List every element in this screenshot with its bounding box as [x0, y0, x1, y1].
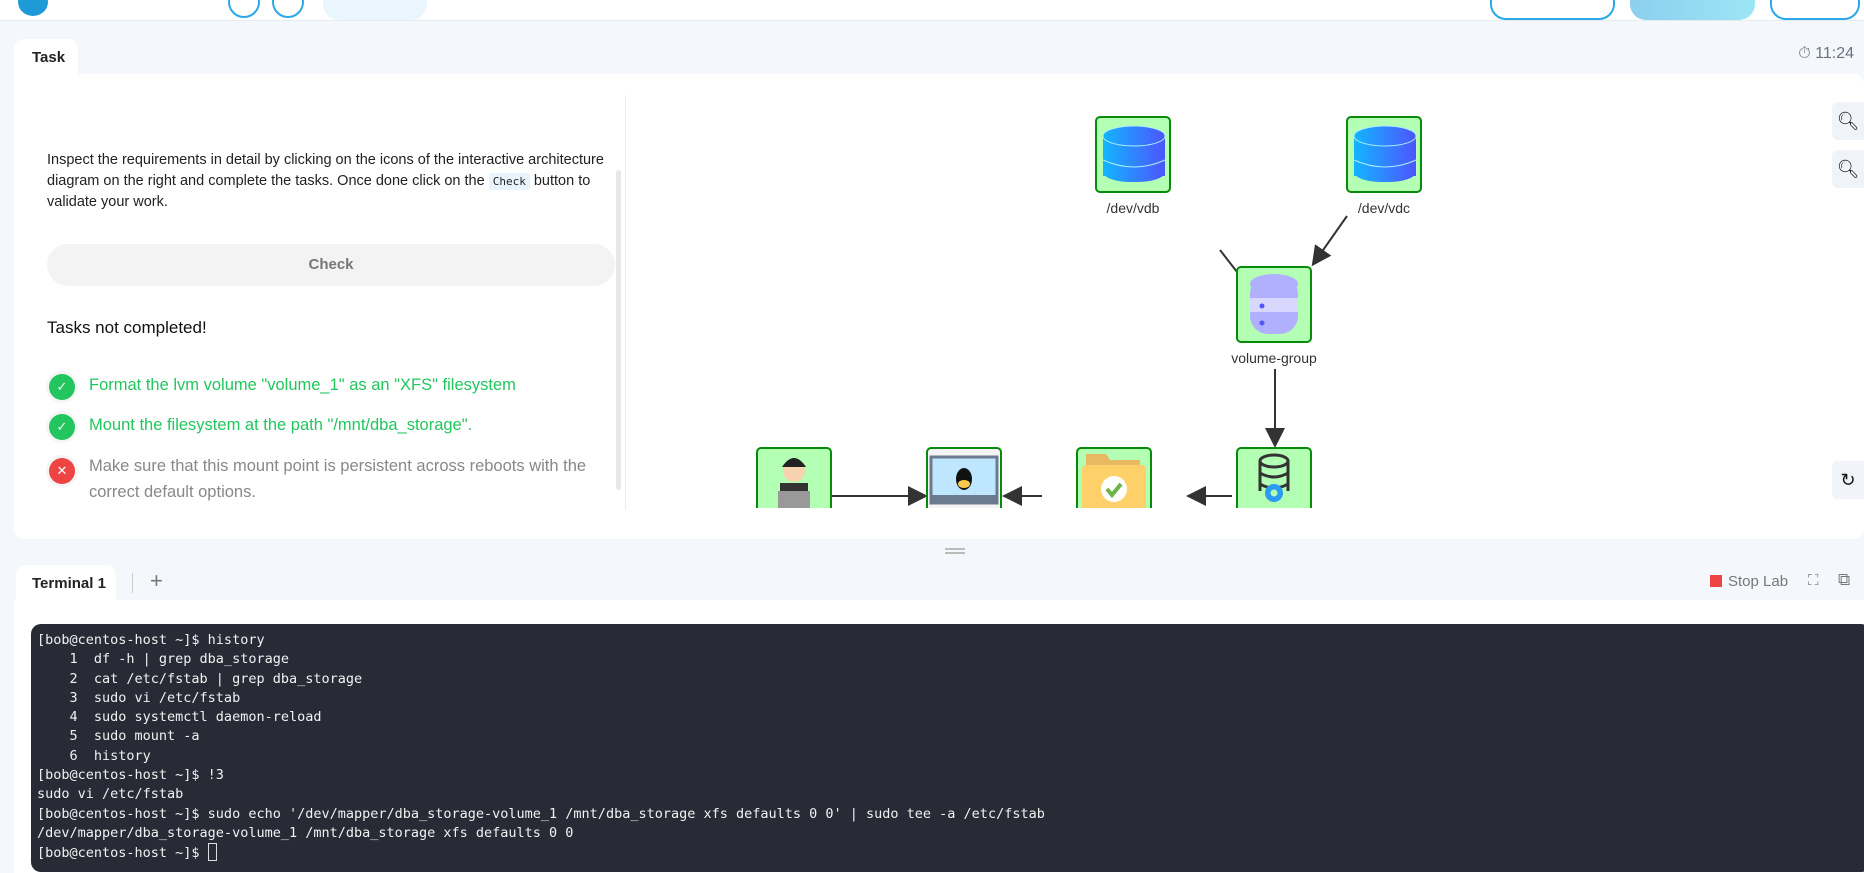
terminal-line: 4 sudo systemctl daemon-reload	[37, 709, 322, 726]
divider	[132, 573, 133, 593]
add-terminal-button[interactable]: +	[150, 568, 163, 594]
check-button[interactable]: Check	[47, 244, 615, 286]
terminal-line: 5 sudo mount -a	[37, 728, 200, 745]
node-label: volume-group	[1231, 350, 1317, 366]
terminal-line: 6 history	[37, 747, 151, 764]
linux-monitor-icon	[929, 455, 999, 505]
terminal-line: 2 cat /etc/fstab | grep dba_storage	[37, 670, 363, 687]
nav-button[interactable]	[228, 0, 260, 18]
disk-vdb-node[interactable]	[1095, 116, 1171, 193]
terminal-output[interactable]: [bob@centos-host ~]$ history 1 df -h | g…	[31, 624, 1864, 872]
user-icon	[778, 458, 810, 508]
fullscreen-icon[interactable]: ⛶	[1808, 572, 1819, 589]
zoom-out-icon: 🔍︎	[1836, 159, 1860, 179]
storage-icon	[1250, 274, 1298, 334]
node-label: /dev/vdb	[1106, 200, 1160, 216]
stop-lab-label: Stop Lab	[1728, 573, 1789, 590]
task-text: Format the lvm volume "volume_1" as an "…	[89, 376, 516, 394]
stop-icon	[1710, 575, 1722, 587]
terminal-line: [bob@centos-host ~]$ !3	[37, 767, 224, 784]
database-icon	[1102, 125, 1166, 182]
stop-lab-button[interactable]: Stop Lab	[1710, 573, 1788, 590]
terminal-cursor	[207, 843, 217, 862]
node-label: /dev/vdc	[1357, 200, 1411, 216]
instructions: Inspect the requirements in detail by cl…	[47, 150, 607, 213]
tab-terminal-1[interactable]: Terminal 1	[16, 565, 116, 601]
task-text: Mount the filesystem at the path "/mnt/d…	[89, 416, 473, 434]
terminal-line: 3 sudo vi /etc/fstab	[37, 689, 241, 706]
logo	[18, 0, 48, 16]
scrollbar[interactable]	[615, 100, 623, 510]
timer: ⏱ 11:24	[1798, 45, 1854, 63]
stopwatch-icon: ⏱	[1798, 45, 1816, 62]
arrow-vdc-vg	[1311, 215, 1348, 267]
folder-check-icon	[1082, 454, 1146, 508]
task-item: ✓ Format the lvm volume "volume_1" as an …	[47, 373, 612, 400]
top-button[interactable]	[1630, 0, 1755, 20]
task-item: ✓ Mount the filesystem at the path "/mnt/…	[47, 413, 612, 440]
top-button[interactable]	[1490, 0, 1615, 20]
disk-vdc-node[interactable]	[1346, 116, 1422, 193]
top-bar	[0, 0, 1864, 21]
terminal-prompt: [bob@centos-host ~]$	[37, 845, 208, 862]
zoom-in-icon: 🔍︎	[1836, 111, 1860, 131]
zoom-in-button[interactable]: 🔍︎	[1832, 102, 1864, 140]
resize-handle[interactable]	[945, 548, 965, 554]
inline-code: Check	[488, 173, 530, 190]
external-link-icon[interactable]: ⧉	[1838, 570, 1850, 590]
zoom-out-button[interactable]: 🔍︎	[1832, 150, 1864, 188]
terminal-line: [bob@centos-host ~]$ history	[37, 632, 265, 648]
top-button[interactable]	[1770, 0, 1860, 20]
architecture-diagram: /dev/vdb /dev/vdc volume-group 🔍︎ 🔍︎ ↻	[626, 74, 1864, 508]
mount-folder-node[interactable]	[1076, 447, 1152, 508]
nav-button[interactable]	[272, 0, 304, 18]
task-status: Tasks not completed!	[47, 318, 207, 337]
x-circle-icon: ✕	[49, 458, 75, 484]
logical-volume-node[interactable]	[1236, 447, 1312, 508]
terminal-line: sudo vi /etc/fstab	[37, 786, 184, 803]
check-circle-icon: ✓	[49, 374, 75, 400]
terminal-line: 1 df -h | grep dba_storage	[37, 651, 289, 668]
database-icon	[1353, 125, 1417, 182]
task-item: ✕ Make sure that this mount point is pers…	[47, 453, 612, 505]
task-text: Make sure that this mount point is persi…	[89, 457, 587, 501]
linux-host-node[interactable]	[926, 447, 1002, 508]
top-button[interactable]	[323, 0, 427, 20]
timer-value: 11:24	[1815, 45, 1854, 62]
check-circle-icon: ✓	[49, 414, 75, 440]
refresh-icon: ↻	[1840, 470, 1856, 490]
database-gear-icon	[1258, 453, 1290, 502]
terminal-line: [bob@centos-host ~]$ sudo echo '/dev/map…	[37, 805, 1045, 822]
reset-button[interactable]: ↻	[1832, 461, 1864, 499]
tab-task[interactable]: Task	[14, 39, 78, 75]
volume-group-node[interactable]	[1236, 266, 1312, 343]
user-node[interactable]	[756, 447, 832, 508]
terminal-line: /dev/mapper/dba_storage-volume_1 /mnt/db…	[37, 824, 574, 841]
